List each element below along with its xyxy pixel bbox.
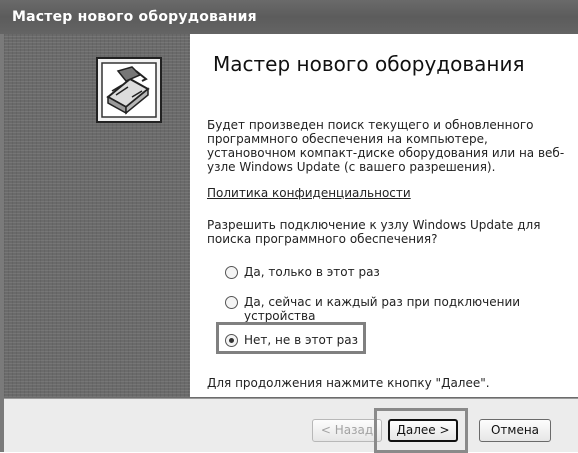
- next-highlight-frame: [374, 408, 468, 453]
- highlight-frame: [216, 322, 366, 354]
- hardware-install-icon: [96, 57, 162, 123]
- option-yes-always-label: Да, сейчас и каждый раз при подключении …: [244, 295, 521, 323]
- back-button[interactable]: < Назад: [312, 419, 382, 442]
- option-yes-always[interactable]: Да, сейчас и каждый раз при подключении …: [225, 295, 545, 323]
- wizard-window: Мастер нового оборудования Мастер нового…: [0, 0, 578, 453]
- wizard-main: Мастер нового оборудования Будет произве…: [203, 34, 578, 397]
- window-title: Мастер нового оборудования: [0, 0, 578, 34]
- page-title: Мастер нового оборудования: [213, 52, 525, 76]
- privacy-policy-link[interactable]: Политика конфиденциальности: [207, 186, 411, 200]
- question-text: Разрешить подключение к узлу Windows Upd…: [207, 218, 541, 246]
- continue-hint: Для продолжения нажмите кнопку "Далее".: [207, 376, 490, 390]
- wizard-side-panel: [4, 34, 190, 397]
- cancel-button[interactable]: Отмена: [479, 419, 551, 442]
- description-text: Будет произведен поиск текущего и обновл…: [207, 118, 565, 174]
- wizard-content: Мастер нового оборудования Будет произве…: [4, 34, 578, 397]
- radio-yes-once[interactable]: [225, 266, 238, 279]
- button-bar: < Назад Далее > Отмена: [4, 399, 578, 453]
- option-yes-once[interactable]: Да, только в этот раз: [225, 265, 380, 279]
- option-yes-once-label: Да, только в этот раз: [244, 265, 380, 279]
- radio-yes-always[interactable]: [225, 296, 238, 309]
